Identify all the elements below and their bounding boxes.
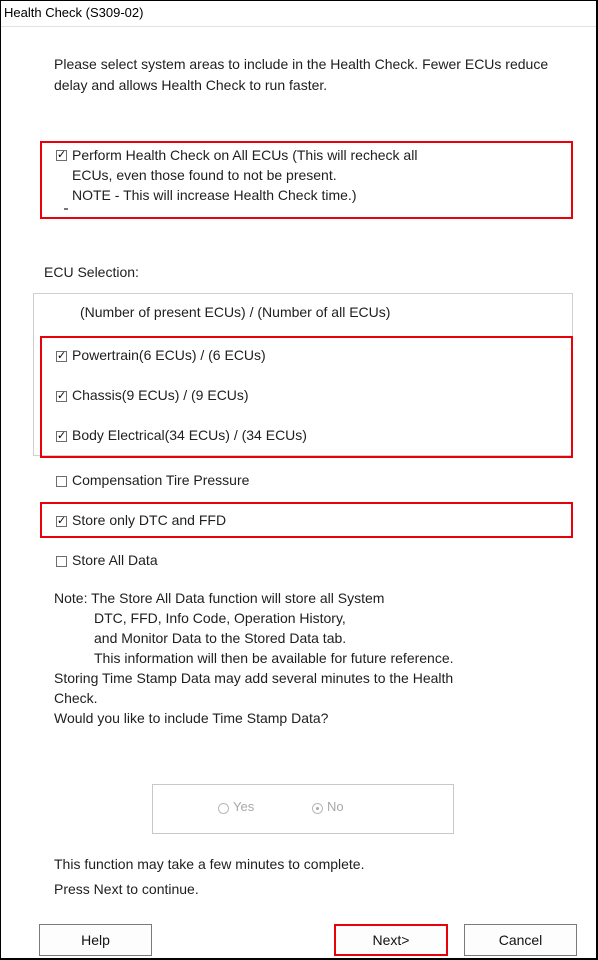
help-button[interactable]: Help	[39, 924, 152, 956]
note-line: and Monitor Data to the Stored Data tab.	[94, 630, 347, 646]
note-line: Check.	[54, 690, 98, 706]
chassis-checkbox[interactable]	[56, 389, 67, 402]
store-dtc-checkbox[interactable]	[56, 514, 67, 527]
title-divider	[1, 26, 596, 27]
all-ecus-label-line1: Perform Health Check on All ECUs (This w…	[72, 147, 418, 163]
yes-radio[interactable]	[218, 803, 229, 814]
footer-line1: This function may take a few minutes to …	[54, 856, 365, 872]
body-electrical-label[interactable]: Body Electrical(34 ECUs) / (34 ECUs)	[72, 427, 307, 443]
chassis-label[interactable]: Chassis(9 ECUs) / (9 ECUs)	[72, 387, 249, 403]
store-all-note: Note: The Store All Data function will s…	[54, 588, 454, 728]
store-dtc-label[interactable]: Store only DTC and FFD	[72, 512, 226, 528]
store-all-checkbox[interactable]	[56, 556, 67, 567]
timestamp-radio-group	[152, 784, 454, 834]
footer-line2: Press Next to continue.	[54, 881, 199, 897]
intro-text: Please select system areas to include in…	[54, 56, 549, 93]
next-button[interactable]: Next>	[334, 924, 448, 956]
note-line: Would you like to include Time Stamp Dat…	[54, 710, 329, 726]
body-electrical-checkbox[interactable]	[56, 429, 67, 442]
yes-label[interactable]: Yes	[233, 799, 254, 814]
note-line: Note: The Store All Data function will s…	[54, 590, 385, 606]
compensation-label[interactable]: Compensation Tire Pressure	[72, 472, 249, 488]
all-ecus-checkbox[interactable]	[56, 148, 67, 161]
ecu-column-header: (Number of present ECUs) / (Number of al…	[80, 304, 391, 320]
no-label[interactable]: No	[327, 799, 344, 814]
all-ecus-label-line3: NOTE - This will increase Health Check t…	[72, 187, 357, 203]
truncated-mark	[64, 208, 68, 210]
powertrain-checkbox[interactable]	[56, 349, 67, 362]
window-title: Health Check (S309-02)	[1, 1, 596, 25]
powertrain-label[interactable]: Powertrain(6 ECUs) / (6 ECUs)	[72, 347, 266, 363]
all-ecus-label-line2: ECUs, even those found to not be present…	[72, 167, 337, 183]
cancel-button[interactable]: Cancel	[464, 924, 577, 956]
ecu-selection-heading: ECU Selection:	[44, 264, 139, 280]
compensation-checkbox[interactable]	[56, 476, 67, 487]
note-line: DTC, FFD, Info Code, Operation History,	[94, 610, 346, 626]
note-line: This information will then be available …	[94, 650, 454, 666]
no-radio[interactable]	[312, 803, 323, 814]
note-line: Storing Time Stamp Data may add several …	[54, 670, 454, 686]
store-all-label[interactable]: Store All Data	[72, 552, 158, 568]
